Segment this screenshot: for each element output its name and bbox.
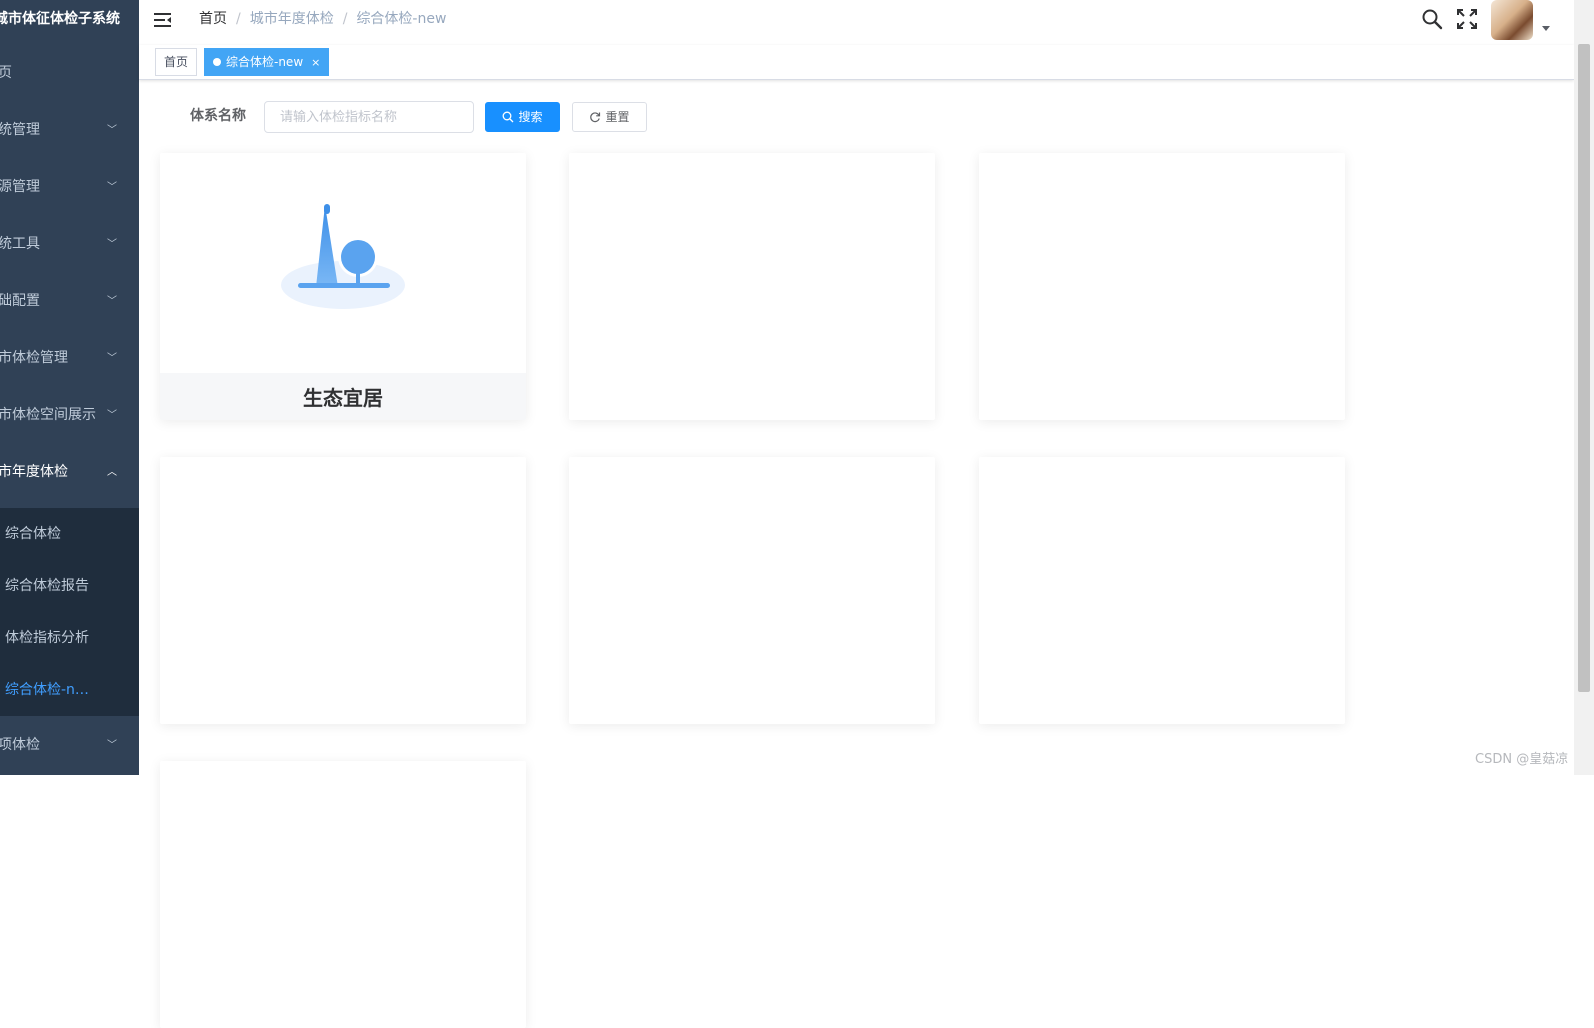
sidebar-submenu: 综合体检 综合体检报告 体检指标分析 综合体检-n… bbox=[0, 508, 139, 716]
system-title: 城市体征体检子系统 bbox=[0, 11, 120, 27]
breadcrumb-item-annual-checkup[interactable]: 城市年度体检 bbox=[250, 11, 334, 27]
tag-comprehensive-new[interactable]: 综合体检-new × bbox=[204, 48, 330, 76]
chevron-down-icon: ﹀ bbox=[107, 239, 117, 250]
tags-view: 首页 综合体检-new × bbox=[139, 45, 1574, 80]
sidebar-item-city-checkup-management[interactable]: 市体检管理 ﹀ bbox=[0, 330, 139, 387]
sidebar-item-home[interactable]: 页 bbox=[0, 45, 139, 102]
sidebar-item-label: 市体检空间展示 bbox=[0, 407, 96, 423]
tag-label: 综合体检-new bbox=[226, 55, 304, 69]
chevron-down-icon: ﹀ bbox=[107, 353, 117, 364]
sidebar-item-annual-checkup[interactable]: 市年度体检 ︿ bbox=[0, 444, 139, 501]
sidebar-subitem-label: 综合体检报告 bbox=[5, 578, 89, 594]
sidebar-subitem-indicator-analysis[interactable]: 体检指标分析 bbox=[0, 612, 139, 664]
chevron-down-icon: ﹀ bbox=[107, 182, 117, 193]
sidebar-subitem-comprehensive[interactable]: 综合体检 bbox=[0, 508, 139, 560]
system-card-eco-livable[interactable]: 生态宜居 bbox=[160, 153, 526, 420]
sidebar-item-label: 市体检管理 bbox=[0, 350, 68, 366]
sidebar: 城市体征体检子系统 页 统管理 ﹀ 源管理 ﹀ 统工具 ﹀ 础配置 ﹀ 市体检管… bbox=[0, 0, 139, 775]
reset-button-label: 重置 bbox=[605, 110, 630, 124]
tag-label: 首页 bbox=[164, 55, 189, 69]
reset-button[interactable]: 重置 bbox=[572, 102, 647, 132]
tag-home[interactable]: 首页 bbox=[155, 48, 198, 76]
close-icon[interactable]: × bbox=[311, 56, 320, 69]
search-button[interactable]: 搜索 bbox=[485, 102, 560, 132]
chevron-up-icon: ︿ bbox=[107, 467, 117, 478]
hamburger-icon[interactable] bbox=[153, 10, 175, 32]
scrollbar-thumb[interactable] bbox=[1578, 44, 1590, 692]
search-icon bbox=[503, 111, 514, 123]
chevron-down-icon: ﹀ bbox=[107, 296, 117, 307]
refresh-icon bbox=[590, 112, 601, 123]
sidebar-item-label: 源管理 bbox=[0, 179, 40, 195]
eco-livable-icon bbox=[281, 204, 405, 309]
sidebar-subitem-label: 综合体检-n… bbox=[5, 682, 89, 698]
breadcrumb-item-current: 综合体检-new bbox=[356, 11, 447, 27]
breadcrumb-item-home[interactable]: 首页 bbox=[199, 11, 227, 27]
search-icon[interactable] bbox=[1421, 8, 1443, 30]
breadcrumb-separator: / bbox=[342, 11, 348, 27]
breadcrumb: 首页 / 城市年度体检 / 综合体检-new bbox=[199, 0, 446, 38]
search-button-label: 搜索 bbox=[518, 110, 543, 124]
sidebar-item-label: 项体检 bbox=[0, 737, 40, 753]
sidebar-subitem-comprehensive-new[interactable]: 综合体检-n… bbox=[0, 664, 139, 716]
sidebar-item-basic-config[interactable]: 础配置 ﹀ bbox=[0, 273, 139, 330]
sidebar-item-resource-management[interactable]: 源管理 ﹀ bbox=[0, 159, 139, 216]
chevron-down-icon: ﹀ bbox=[107, 740, 117, 751]
fullscreen-icon[interactable] bbox=[1456, 8, 1478, 30]
chevron-down-icon: ﹀ bbox=[107, 410, 117, 421]
sidebar-item-label: 统工具 bbox=[0, 236, 40, 252]
sidebar-item-label: 统管理 bbox=[0, 122, 40, 138]
system-card[interactable] bbox=[569, 153, 935, 420]
caret-down-icon[interactable] bbox=[1542, 26, 1550, 31]
sidebar-item-system-management[interactable]: 统管理 ﹀ bbox=[0, 102, 139, 159]
sidebar-item-special-checkup[interactable]: 项体检 ﹀ bbox=[0, 717, 139, 774]
sidebar-subitem-label: 体检指标分析 bbox=[5, 630, 89, 646]
sidebar-item-city-checkup-space[interactable]: 市体检空间展示 ﹀ bbox=[0, 387, 139, 444]
sidebar-subitem-report[interactable]: 综合体检报告 bbox=[0, 560, 139, 612]
system-name-label: 体系名称 bbox=[190, 108, 246, 124]
system-card[interactable] bbox=[569, 457, 935, 724]
sidebar-item-label: 页 bbox=[0, 65, 12, 81]
system-card[interactable] bbox=[979, 153, 1345, 420]
active-dot-icon bbox=[213, 58, 221, 66]
system-card[interactable] bbox=[160, 761, 526, 1028]
sidebar-item-label: 市年度体检 bbox=[0, 464, 68, 480]
chevron-down-icon: ﹀ bbox=[107, 125, 117, 136]
sidebar-item-label: 础配置 bbox=[0, 293, 40, 309]
system-card[interactable] bbox=[979, 457, 1345, 724]
indicator-name-input[interactable] bbox=[264, 101, 474, 133]
page-scrollbar[interactable] bbox=[1574, 0, 1594, 775]
navbar: 首页 / 城市年度体检 / 综合体检-new bbox=[139, 0, 1574, 46]
avatar[interactable] bbox=[1491, 0, 1533, 40]
system-card[interactable] bbox=[160, 457, 526, 724]
breadcrumb-separator: / bbox=[236, 11, 241, 27]
sidebar-item-system-tools[interactable]: 统工具 ﹀ bbox=[0, 216, 139, 273]
sidebar-subitem-label: 综合体检 bbox=[5, 526, 61, 542]
card-title: 生态宜居 bbox=[160, 373, 526, 420]
watermark: CSDN @皇菇凉 bbox=[1475, 752, 1569, 767]
